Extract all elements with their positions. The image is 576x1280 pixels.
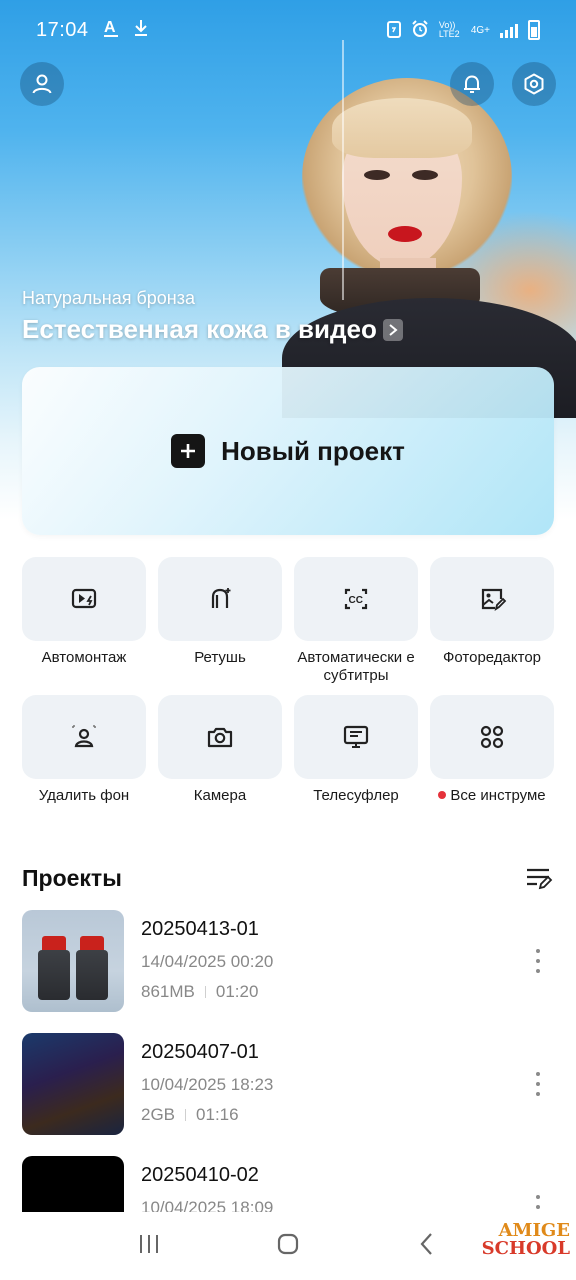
hero-title: Естественная кожа в видео (22, 314, 377, 344)
signal-icon (500, 22, 518, 38)
tool-label: Телесуфлер (313, 787, 399, 804)
edit-list-icon (527, 868, 553, 890)
tool-auto-edit[interactable]: Автомонтаж (22, 557, 146, 667)
hero-subtitle: Натуральная бронза (22, 288, 195, 308)
tool-remove-background[interactable]: Удалить фон (22, 695, 146, 805)
project-size: 861MB (141, 982, 195, 1001)
captions-icon: CC (344, 588, 368, 610)
hero-title-link[interactable]: Естественная кожа в видео (22, 314, 403, 345)
project-date: 14/04/2025 00:20 (141, 952, 274, 971)
home-button[interactable] (275, 1231, 301, 1262)
home-icon (277, 1233, 299, 1254)
profile-button[interactable] (20, 62, 64, 106)
back-button[interactable] (414, 1231, 440, 1262)
battery-icon (528, 20, 540, 40)
settings-button[interactable] (512, 62, 556, 106)
project-thumbnail (22, 1033, 124, 1135)
project-date: 10/04/2025 18:23 (141, 1075, 274, 1094)
all-tools-icon (480, 725, 504, 749)
projects-title: Проекты (22, 864, 122, 891)
svg-text:A: A (104, 19, 116, 36)
projects-header: Проекты (22, 862, 554, 894)
tool-retouch[interactable]: Ретушь (158, 557, 282, 667)
text-a-icon: A (103, 18, 119, 43)
new-project-label: Новый проект (221, 435, 405, 466)
gear-icon (524, 73, 544, 95)
download-icon (133, 18, 149, 43)
back-icon (420, 1232, 432, 1255)
battery-saver-icon (386, 20, 401, 41)
tool-photo-editor[interactable]: Фоторедактор (430, 557, 554, 667)
tool-label: Ретушь (194, 649, 246, 666)
project-name: 20250410-02 (141, 1164, 259, 1186)
project-thumbnail (22, 910, 124, 1012)
project-name: 20250413-01 (141, 918, 259, 940)
more-options-button[interactable] (528, 1069, 548, 1099)
camera-icon (207, 727, 233, 748)
tool-label: Удалить фон (38, 787, 130, 804)
project-item[interactable]: 20250413-01 14/04/2025 00:20 861MB 01:20 (22, 910, 554, 1012)
alarm-icon (411, 19, 429, 41)
status-time: 17:04 (36, 18, 89, 41)
notifications-button[interactable] (450, 62, 494, 106)
tool-camera[interactable]: Камера (158, 695, 282, 805)
recent-apps-icon (140, 1234, 159, 1253)
photo-editor-icon (481, 588, 507, 612)
tool-label: Автомонтаж (41, 649, 127, 666)
project-duration: 01:20 (215, 982, 259, 1001)
new-badge-dot (438, 791, 447, 800)
network-type: 4G+ (470, 24, 490, 36)
tool-label: Все инструме (450, 787, 546, 804)
project-name: 20250407-01 (141, 1041, 259, 1063)
tool-auto-captions[interactable]: CC Автоматически е субтитры (294, 557, 418, 685)
tool-label: Автоматически е субтитры (297, 649, 415, 684)
project-duration: 01:16 (196, 1105, 239, 1124)
new-project-button[interactable]: Новый проект (22, 367, 554, 535)
tool-teleprompter[interactable]: Телесуфлер (294, 695, 418, 805)
bell-icon (464, 75, 480, 93)
tool-label: Фоторедактор (442, 649, 542, 666)
edit-list-button[interactable] (524, 863, 554, 893)
auto-edit-icon (71, 588, 97, 609)
school-watermark-logo: AMIGE SCHOOL (481, 1220, 570, 1259)
svg-text:CC: CC (349, 595, 363, 606)
project-size: 2GB (141, 1105, 176, 1124)
tool-label: Камера (193, 787, 247, 804)
status-bar: 17:04 A Vo)) LTE2 4G+ (0, 0, 576, 60)
remove-background-icon (72, 725, 96, 748)
project-item[interactable]: 20250407-01 10/04/2025 18:23 2GB 01:16 (22, 1033, 554, 1135)
user-icon (32, 74, 52, 94)
tool-all-tools[interactable]: Все инструме (430, 695, 554, 805)
before-after-divider (342, 40, 344, 300)
chevron-right-icon (382, 318, 403, 341)
retouch-icon (211, 588, 231, 608)
plus-icon (171, 434, 206, 468)
more-options-button[interactable] (528, 946, 548, 976)
volte-label: Vo)) LTE2 (438, 20, 460, 39)
recent-apps-button[interactable] (136, 1231, 162, 1262)
teleprompter-icon (343, 725, 369, 748)
